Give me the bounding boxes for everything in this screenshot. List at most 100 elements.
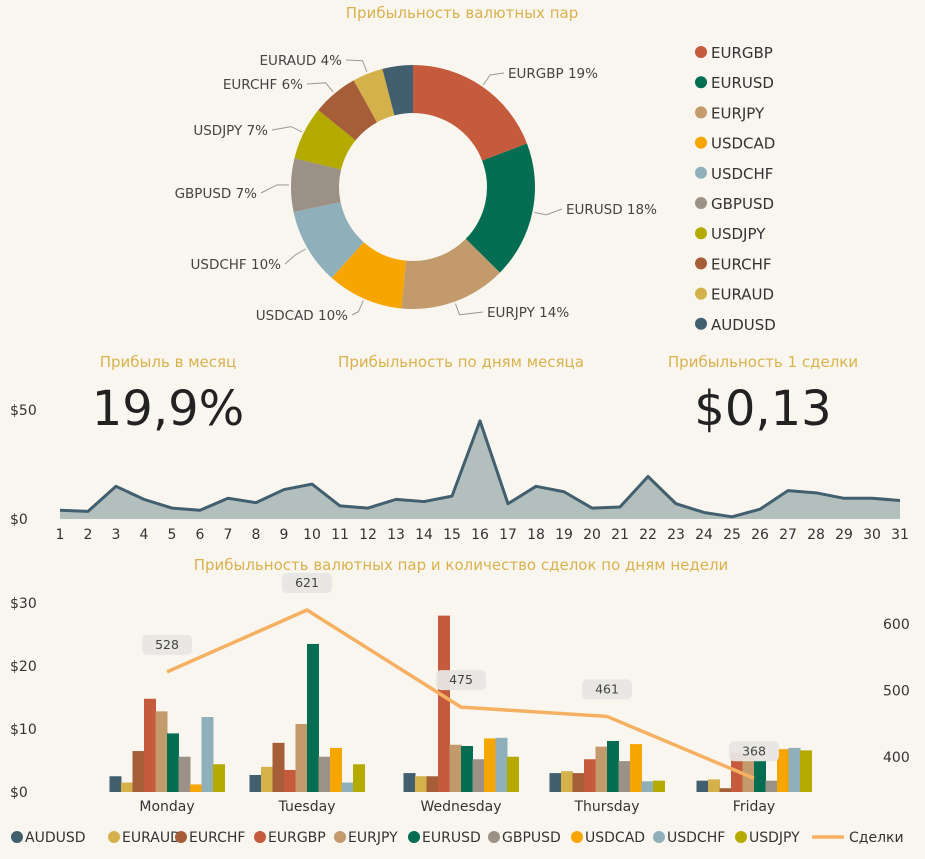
bar-thursday-audusd	[549, 773, 562, 792]
bar-friday-audusd	[696, 780, 709, 792]
bar-monday-gbpusd	[178, 756, 191, 792]
bar-tuesday-audusd	[249, 774, 262, 792]
legend-dot-eurjpy	[695, 106, 707, 119]
legend-label-gbpusd: GBPUSD	[711, 195, 774, 213]
pie-leader-usdchf	[284, 248, 306, 265]
bar-wednesday-eurusd	[461, 746, 473, 792]
bar-legend-label-audusd: AUDUSD	[25, 830, 86, 846]
bar-legend-dot-usdchf	[653, 831, 665, 843]
pie-label-eurusd: EURUSD 18%	[566, 202, 657, 218]
bar-thursday-usdchf	[641, 781, 654, 792]
bar-legend-label-usdchf: USDCHF	[667, 830, 725, 846]
deals-tag-1: 621	[295, 575, 319, 590]
area-xtick-20: 20	[583, 527, 601, 543]
bar-legend-dot-audusd	[11, 831, 23, 843]
area-xtick-17: 17	[499, 527, 517, 543]
bar-xtick-tuesday: Tuesday	[278, 799, 336, 815]
bar-legend-dot-eurchf	[175, 831, 187, 843]
bar-legend-label-gbpusd: GBPUSD	[502, 830, 561, 846]
bar-y2tick-400: 400	[883, 750, 910, 766]
bar-friday-eurusd	[754, 760, 766, 792]
legend-dot-euraud	[695, 287, 707, 300]
legend-label-usdcad: USDCAD	[711, 135, 775, 153]
legend-dot-usdcad	[695, 136, 707, 149]
pie-label-eurjpy: EURJPY 14%	[487, 305, 569, 321]
area-ytick-bottom: $0	[10, 512, 28, 528]
area-xtick-18: 18	[527, 527, 545, 543]
bar-legend-label-usdcad: USDCAD	[585, 830, 645, 846]
area-xtick-9: 9	[280, 527, 289, 543]
pie-label-usdjpy: USDJPY 7%	[193, 123, 268, 139]
area-xtick-19: 19	[555, 527, 573, 543]
pie-label-gbpusd: GBPUSD 7%	[175, 186, 258, 202]
legend-label-eurusd: EURUSD	[711, 74, 774, 92]
bar-legend-label-eurusd: EURUSD	[422, 830, 481, 846]
bar-monday-usdcad	[190, 784, 202, 792]
legend-label-usdchf: USDCHF	[711, 165, 773, 183]
bar-legend-label-usdjpy: USDJPY	[749, 830, 800, 846]
pie-leader-eurjpy	[454, 303, 484, 316]
legend-dot-usdchf	[695, 166, 707, 179]
bar-thursday-usdcad	[630, 744, 642, 792]
bar-thursday-eurusd	[607, 740, 619, 792]
area-xtick-5: 5	[168, 527, 177, 543]
bar-thursday-gbpusd	[618, 761, 631, 792]
bar-wednesday-gbpusd	[472, 759, 485, 792]
bar-legend-label-eurchf: EURCHF	[189, 830, 245, 846]
bar-thursday-usdjpy	[653, 780, 665, 792]
bar-wednesday-audusd	[403, 773, 416, 792]
pie-leader-usdjpy	[271, 126, 303, 133]
bar-wednesday-usdjpy	[507, 756, 519, 792]
bar-ytick-3: $30	[10, 596, 37, 612]
bar-legend-label-euraud: EURAUD	[122, 830, 181, 846]
pie-legend: EURGBP EURUSD EURJPY USDCAD USDCHF GBPUSD USDJ…	[695, 44, 776, 334]
area-xtick-28: 28	[807, 527, 825, 543]
bar-friday-eurchf	[719, 788, 732, 792]
deals-tag-2: 475	[449, 672, 473, 687]
bar-tuesday-eurgbp	[284, 769, 296, 792]
area-ytick-top: $50	[10, 403, 37, 419]
bar-wednesday-eurjpy	[449, 744, 462, 792]
area-xtick-14: 14	[415, 527, 433, 543]
area-xtick-30: 30	[863, 527, 881, 543]
bar-wednesday-eurchf	[426, 776, 439, 792]
bar-xtick-friday: Friday	[733, 799, 775, 815]
legend-dot-eurchf	[695, 257, 707, 270]
bar-tuesday-eurchf	[272, 742, 285, 792]
area-xtick-2: 2	[84, 527, 93, 543]
bar-legend-dot-usdcad	[571, 831, 583, 843]
area-xtick-10: 10	[303, 527, 321, 543]
bar-thursday-eurchf	[572, 773, 585, 792]
bar-legend-label-eurgbp: EURGBP	[268, 830, 326, 846]
bar-thursday-eurgbp	[584, 759, 596, 792]
legend-label-eurgbp: EURGBP	[711, 44, 773, 62]
bar-legend-dot-gbpusd	[488, 831, 500, 843]
area-xtick-26: 26	[751, 527, 769, 543]
bar-friday-euraud	[708, 779, 720, 792]
area-xtick-4: 4	[140, 527, 149, 543]
bar-wednesday-usdcad	[484, 738, 496, 792]
pie-title: Прибыльность валютных пар	[346, 4, 578, 22]
bar-ytick-2: $20	[10, 659, 37, 675]
area-xtick-7: 7	[224, 527, 233, 543]
bar-monday-audusd	[109, 776, 122, 792]
bar-xtick-wednesday: Wednesday	[420, 799, 501, 815]
bar-legend-dot-usdjpy	[735, 831, 747, 843]
bar-friday-usdchf	[788, 747, 801, 792]
bar-legend-dot-eurgbp	[254, 831, 266, 843]
legend-label-eurchf: EURCHF	[711, 255, 772, 273]
bar-monday-usdjpy	[213, 764, 225, 792]
legend-label-audusd: AUDUSD	[711, 316, 776, 334]
bar-legend-dot-eurjpy	[334, 831, 346, 843]
area-xtick-24: 24	[695, 527, 713, 543]
monthly-profit-title: Прибыль в месяц	[100, 353, 236, 371]
area-xtick-25: 25	[723, 527, 741, 543]
bar-wednesday-eurgbp	[438, 615, 450, 792]
bar-legend-label-deals: Сделки	[849, 830, 904, 846]
bar-tuesday-usdjpy	[353, 764, 365, 792]
legend-dot-gbpusd	[695, 197, 707, 209]
legend-label-eurjpy: EURJPY	[711, 104, 765, 122]
dashboard-canvas: Прибыльность валютных пар EURGBP 19% EURU…	[10, 4, 910, 846]
area-xtick-21: 21	[611, 527, 629, 543]
pie-leader-euraud	[345, 59, 368, 73]
